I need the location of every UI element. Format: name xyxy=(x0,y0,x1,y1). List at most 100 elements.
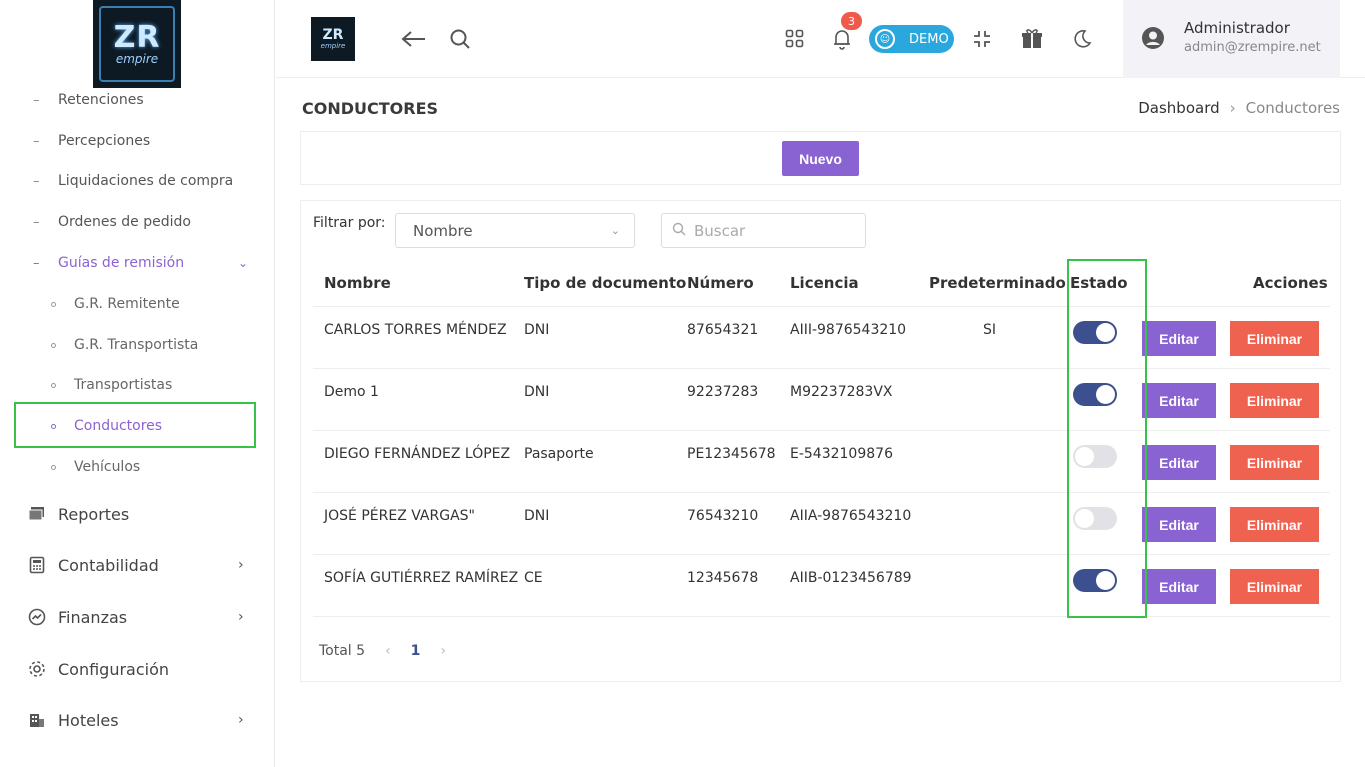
breadcrumb-current: Conductores xyxy=(1245,99,1340,117)
delete-button[interactable]: Eliminar xyxy=(1230,507,1319,542)
search-icon[interactable] xyxy=(445,24,475,54)
chevron-right-icon: › xyxy=(238,557,244,573)
pagination-total: Total 5 xyxy=(319,643,366,659)
table-row: SOFÍA GUTIÉRREZ RAMÍREZ CE 12345678 AIIB-01… xyxy=(313,555,1330,617)
apps-grid-icon[interactable] xyxy=(780,24,810,54)
notification-badge: 3 xyxy=(841,12,862,30)
demo-label: DEMO xyxy=(909,31,949,47)
estado-highlight-box xyxy=(1067,259,1147,618)
gear-icon xyxy=(28,660,46,678)
dash-icon: – xyxy=(33,92,40,108)
sidebar-item-gr-remitente[interactable]: G.R. Remitente xyxy=(0,289,275,319)
building-icon xyxy=(28,711,46,729)
chevron-left-icon[interactable]: ‹ xyxy=(385,643,391,659)
cell-tipo-documento: DNI xyxy=(524,508,550,524)
edit-button[interactable]: Editar xyxy=(1142,383,1216,418)
edit-button[interactable]: Editar xyxy=(1142,507,1216,542)
delete-button[interactable]: Eliminar xyxy=(1230,383,1319,418)
back-arrow-icon[interactable] xyxy=(399,24,429,54)
logo-text-bottom: empire xyxy=(320,42,346,50)
cell-nombre: Demo 1 xyxy=(324,384,379,400)
app-logo[interactable]: ZR empire xyxy=(93,0,181,88)
page-title: CONDUCTORES xyxy=(302,99,439,118)
sidebar: ZR empire – Retenciones – Percepciones –… xyxy=(0,0,275,767)
cell-nombre: SOFÍA GUTIÉRREZ RAMÍREZ xyxy=(324,570,519,586)
table-row: DIEGO FERNÁNDEZ LÓPEZ Pasaporte PE12345678… xyxy=(313,431,1330,493)
search-icon xyxy=(672,222,686,240)
cell-tipo-documento: DNI xyxy=(524,384,550,400)
moon-icon[interactable] xyxy=(1067,24,1097,54)
sidebar-item-liquidaciones[interactable]: – Liquidaciones de compra xyxy=(0,166,275,196)
column-header-tipo-documento[interactable]: Tipo de documento xyxy=(524,259,686,306)
demo-badge[interactable]: ☺ DEMO xyxy=(869,25,954,53)
sidebar-item-label: Reportes xyxy=(58,504,130,524)
cell-numero: 87654321 xyxy=(687,322,759,338)
edit-button[interactable]: Editar xyxy=(1142,569,1216,604)
sidebar-item-label: Transportistas xyxy=(74,377,173,393)
page-number[interactable]: 1 xyxy=(411,643,421,659)
edit-button[interactable]: Editar xyxy=(1142,445,1216,480)
chevron-right-icon[interactable]: › xyxy=(440,643,446,659)
user-menu[interactable]: Administrador admin@zrempire.net xyxy=(1123,0,1340,78)
sidebar-item-gr-transportista[interactable]: G.R. Transportista xyxy=(0,330,275,360)
sidebar-item-label: Percepciones xyxy=(58,133,151,149)
sidebar-item-transportistas[interactable]: Transportistas xyxy=(0,370,275,400)
sidebar-item-vehiculos[interactable]: Vehículos xyxy=(0,452,275,482)
sidebar-item-configuracion[interactable]: Configuración xyxy=(0,651,275,687)
sidebar-item-ordenes[interactable]: – Ordenes de pedido xyxy=(0,207,275,237)
sidebar-item-label: Ordenes de pedido xyxy=(58,214,191,230)
calculator-icon xyxy=(28,556,46,574)
table-row: JOSÉ PÉREZ VARGAS" DNI 76543210 AIIA-987654… xyxy=(313,493,1330,555)
table-card: Filtrar por: Nombre ⌄ Buscar Nombre Tipo… xyxy=(300,200,1341,682)
chevron-right-icon: › xyxy=(238,609,244,625)
sidebar-item-label: Configuración xyxy=(58,659,170,679)
user-name: Administrador xyxy=(1184,19,1290,37)
bullet-icon xyxy=(51,301,56,307)
avatar xyxy=(1141,26,1165,50)
sidebar-item-reportes[interactable]: Reportes xyxy=(0,496,275,532)
cell-nombre: CARLOS TORRES MÉNDEZ xyxy=(324,322,507,338)
sidebar-item-label: G.R. Remitente xyxy=(74,296,180,312)
pagination: Total 5 ‹ 1 › xyxy=(319,643,466,659)
edit-button[interactable]: Editar xyxy=(1142,321,1216,356)
delete-button[interactable]: Eliminar xyxy=(1230,445,1319,480)
sidebar-item-retenciones[interactable]: – Retenciones xyxy=(0,85,275,115)
sidebar-item-contabilidad[interactable]: Contabilidad › xyxy=(0,547,275,583)
cell-licencia: E-5432109876 xyxy=(790,446,893,462)
sidebar-item-label: G.R. Transportista xyxy=(74,337,199,353)
gift-icon[interactable] xyxy=(1017,24,1047,54)
folder-icon xyxy=(28,505,46,523)
filter-select-value: Nombre xyxy=(413,221,473,240)
highlight-box xyxy=(14,402,256,448)
sidebar-item-label: Hoteles xyxy=(58,710,119,730)
search-input[interactable]: Buscar xyxy=(661,213,866,248)
cell-nombre: DIEGO FERNÁNDEZ LÓPEZ xyxy=(324,446,511,462)
logo-text-top: ZR xyxy=(322,27,344,43)
column-header-numero[interactable]: Número xyxy=(687,259,754,306)
table-row: Demo 1 DNI 92237283 M92237283VX Editar Elimin… xyxy=(313,369,1330,431)
sidebar-item-label: Liquidaciones de compra xyxy=(58,173,234,189)
column-header-nombre[interactable]: Nombre xyxy=(324,259,391,306)
delete-button[interactable]: Eliminar xyxy=(1230,569,1319,604)
bullet-icon xyxy=(51,342,56,348)
bullet-icon xyxy=(51,382,56,388)
new-button[interactable]: Nuevo xyxy=(782,141,859,176)
header-logo[interactable]: ZR empire xyxy=(311,17,355,61)
sidebar-item-percepciones[interactable]: – Percepciones xyxy=(0,126,275,156)
cell-licencia: AIIA-9876543210 xyxy=(790,508,912,524)
breadcrumb-separator-icon: › xyxy=(1229,99,1236,117)
sidebar-item-guias-remision[interactable]: – Guías de remisión ⌄ xyxy=(0,248,275,278)
cell-numero: PE12345678 xyxy=(687,446,776,462)
breadcrumb-dashboard[interactable]: Dashboard xyxy=(1138,99,1219,117)
column-header-predeterminado[interactable]: Predeterminado xyxy=(929,259,1066,306)
breadcrumb: Dashboard › Conductores xyxy=(1138,99,1340,117)
user-email: admin@zrempire.net xyxy=(1184,40,1321,55)
delete-button[interactable]: Eliminar xyxy=(1230,321,1319,356)
filter-select[interactable]: Nombre ⌄ xyxy=(395,213,635,248)
column-header-licencia[interactable]: Licencia xyxy=(790,259,859,306)
cell-nombre: JOSÉ PÉREZ VARGAS" xyxy=(324,508,475,524)
sidebar-item-hoteles[interactable]: Hoteles › xyxy=(0,702,275,738)
collapse-icon[interactable] xyxy=(967,24,997,54)
sidebar-item-finanzas[interactable]: Finanzas › xyxy=(0,599,275,635)
cell-tipo-documento: Pasaporte xyxy=(524,446,594,462)
